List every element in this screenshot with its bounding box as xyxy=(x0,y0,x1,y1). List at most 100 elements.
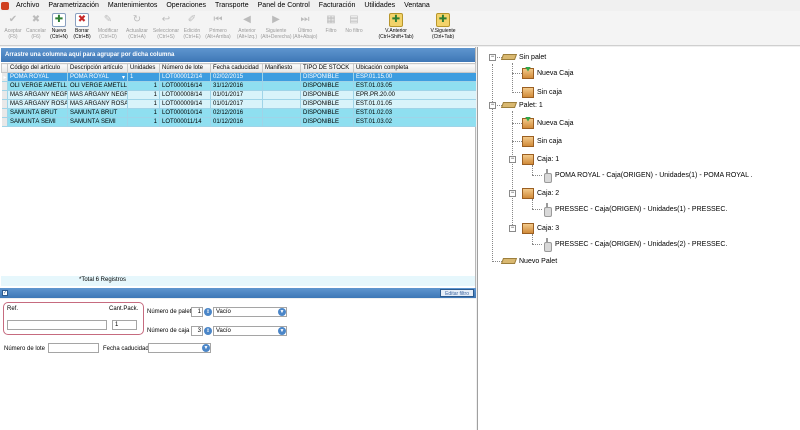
numero-caja-stepper[interactable]: 3 ⇕ xyxy=(191,326,212,336)
cell-caducidad[interactable]: 02/12/2016 xyxy=(210,108,263,118)
chevron-down-icon[interactable]: ▼ xyxy=(278,308,286,316)
v-anterior-button[interactable]: ✚ V.Anterior (Ctrl+Shift+Tab) xyxy=(374,11,418,45)
cell-codigo[interactable]: MAS ARGANY ROSAT xyxy=(7,99,68,109)
tree-node-caja-1[interactable]: Caja: 1 xyxy=(522,153,559,165)
numero-palet-stepper[interactable]: 1 ⇕ xyxy=(191,307,212,317)
table-row[interactable]: ▸ POMA ROYAL POMA ROYAL ▾ 1 LOT000012/14… xyxy=(1,72,476,82)
col-descripcion[interactable]: Descripción artículo xyxy=(67,63,128,73)
table-row[interactable]: OLI VERGE AMETLLER OLI VERGE AMETLLER 1 … xyxy=(1,81,476,91)
collapse-toggle[interactable]: − xyxy=(489,54,496,61)
tree-node-caja1-item[interactable]: POMA ROYAL - Caja(ORIGEN) - Unidades(1) … xyxy=(542,169,753,183)
filtro-button[interactable]: ▦ Filtro xyxy=(320,11,342,45)
cell-ubicacion[interactable]: EPR.PR.20.00 xyxy=(353,90,476,100)
cell-ubicacion[interactable]: EST.01.03.02 xyxy=(353,117,476,127)
tree-node-sin-caja[interactable]: Sin caja xyxy=(522,135,562,147)
cell-descripcion[interactable]: POMA ROYAL ▾ xyxy=(67,72,128,82)
borrar-button[interactable]: ✖ Borrar (Ctrl+B) xyxy=(71,11,93,45)
cell-tipo[interactable]: DISPONIBLE xyxy=(300,117,354,127)
menu-utilidades[interactable]: Utilidades xyxy=(360,2,400,9)
cell-descripcion[interactable]: SAMUNTÀ BRUT xyxy=(67,108,128,118)
cant-pack-input[interactable]: 1 xyxy=(112,320,137,330)
cell-caducidad[interactable]: 02/02/2015 xyxy=(210,72,263,82)
menu-parametrizacion[interactable]: Parametrización xyxy=(44,2,104,9)
aceptar-button[interactable]: ✔ Aceptar (F5) xyxy=(2,11,24,45)
cell-lote[interactable]: LOT000009/14 xyxy=(159,99,211,109)
cell-tipo[interactable]: DISPONIBLE xyxy=(300,99,354,109)
col-caducidad[interactable]: Fecha caducidad xyxy=(210,63,263,73)
seleccionar-button[interactable]: ↩ Seleccionar (Ctrl+S) xyxy=(152,11,180,45)
cell-codigo[interactable]: SAMUNTÀ BRUT xyxy=(7,108,68,118)
collapse-toggle[interactable]: − xyxy=(489,102,496,109)
table-row[interactable]: MAS ARGANY NEGRE MAS ARGANY NEGRE 1 LOT0… xyxy=(1,90,476,100)
cell-codigo[interactable]: OLI VERGE AMETLLER xyxy=(7,81,68,91)
menu-transporte[interactable]: Transporte xyxy=(211,2,254,9)
tree-node-caja2-item[interactable]: PRESSEC - Caja(ORIGEN) - Unidades(1) - P… xyxy=(542,203,727,217)
numero-palet-value[interactable]: 1 xyxy=(191,307,203,317)
primero-button[interactable]: ⏮ Primero (Alt+Arriba) xyxy=(204,11,232,45)
cell-descripcion[interactable]: OLI VERGE AMETLLER xyxy=(67,81,128,91)
cell-codigo[interactable]: MAS ARGANY NEGRE xyxy=(7,90,68,100)
cell-manifiesto[interactable] xyxy=(262,99,301,109)
tree-node-sin-palet[interactable]: Sin palet xyxy=(500,51,546,63)
numero-caja-value[interactable]: 3 xyxy=(191,326,203,336)
collapse-toggle[interactable]: − xyxy=(509,225,516,232)
cell-tipo[interactable]: DISPONIBLE xyxy=(300,72,354,82)
cell-caducidad[interactable]: 01/12/2016 xyxy=(210,117,263,127)
menu-panel-de-control[interactable]: Panel de Control xyxy=(254,2,315,9)
fecha-caducidad-picker[interactable]: ▼ xyxy=(148,343,211,353)
modificar-button[interactable]: ✎ Modificar (Ctrl+D) xyxy=(94,11,122,45)
tree-node-caja-3[interactable]: Caja: 3 xyxy=(522,222,559,234)
cell-descripcion[interactable]: SAMUNTÀ SEMI xyxy=(67,117,128,127)
cell-lote[interactable]: LOT000016/14 xyxy=(159,81,211,91)
actualizar-button[interactable]: ↻ Actualizar (Ctrl+A) xyxy=(123,11,151,45)
cell-unidades[interactable]: 1 xyxy=(127,90,160,100)
tree-node-caja-2[interactable]: Caja: 2 xyxy=(522,187,559,199)
collapse-toggle[interactable]: − xyxy=(509,156,516,163)
table-row[interactable]: SAMUNTÀ SEMI SAMUNTÀ SEMI 1 LOT000011/14… xyxy=(1,117,476,127)
cell-unidades[interactable]: 1 xyxy=(127,72,160,82)
tree-node-sin-caja[interactable]: Sin caja xyxy=(522,86,562,98)
cell-tipo[interactable]: DISPONIBLE xyxy=(300,90,354,100)
cell-lote[interactable]: LOT000010/14 xyxy=(159,108,211,118)
no-filtro-button[interactable]: ▤ No filtro xyxy=(343,11,365,45)
cell-caducidad[interactable]: 31/12/2016 xyxy=(210,81,263,91)
chevron-down-icon[interactable]: ▼ xyxy=(278,327,286,335)
cell-descripcion[interactable]: MAS ARGANY ROSAT xyxy=(67,99,128,109)
siguiente-button[interactable]: ▶ Siguiente (Alt+Derecha) xyxy=(261,11,292,45)
cell-unidades[interactable]: 1 xyxy=(127,81,160,91)
menu-ventana[interactable]: Ventana xyxy=(400,2,435,9)
menu-operaciones[interactable]: Operaciones xyxy=(162,2,211,9)
col-lote[interactable]: Número de lote xyxy=(159,63,211,73)
cell-codigo[interactable]: POMA ROYAL xyxy=(7,72,68,82)
cell-ubicacion[interactable]: EST.01.03.05 xyxy=(353,81,476,91)
edicion-button[interactable]: ✐ Edición (Ctrl+E) xyxy=(181,11,203,45)
col-manifiesto[interactable]: Manifiesto xyxy=(262,63,301,73)
cell-lote[interactable]: LOT000011/14 xyxy=(159,117,211,127)
anterior-button[interactable]: ◀ Anterior (Alt+Izq.) xyxy=(233,11,261,45)
cell-lote[interactable]: LOT000008/14 xyxy=(159,90,211,100)
tree-node-palet-1[interactable]: Palet: 1 xyxy=(500,99,543,111)
tree-node-caja3-item[interactable]: PRESSEC - Caja(ORIGEN) - Unidades(2) - P… xyxy=(542,238,727,252)
cell-descripcion[interactable]: MAS ARGANY NEGRE xyxy=(67,90,128,100)
cell-manifiesto[interactable] xyxy=(262,81,301,91)
palet-combo[interactable]: Vacío ▼ xyxy=(213,307,287,317)
cell-unidades[interactable]: 1 xyxy=(127,99,160,109)
cell-caducidad[interactable]: 01/01/2017 xyxy=(210,99,263,109)
ultimo-button[interactable]: ⏭ Último (Alt+Abajo) xyxy=(291,11,319,45)
cell-unidades[interactable]: 1 xyxy=(127,108,160,118)
tree-node-nuevo-palet[interactable]: Nuevo Palet xyxy=(500,255,557,267)
cell-caducidad[interactable]: 01/01/2017 xyxy=(210,90,263,100)
col-unidades[interactable]: Unidades xyxy=(127,63,160,73)
ref-input[interactable] xyxy=(7,320,107,330)
cell-ubicacion[interactable]: EST.01.02.03 xyxy=(353,108,476,118)
cell-unidades[interactable]: 1 xyxy=(127,117,160,127)
cell-tipo[interactable]: DISPONIBLE xyxy=(300,108,354,118)
filter-checkbox[interactable]: ✓ xyxy=(2,290,8,296)
cell-manifiesto[interactable] xyxy=(262,72,301,82)
cell-lote[interactable]: LOT000012/14 xyxy=(159,72,211,82)
numero-lote-input[interactable] xyxy=(48,343,99,353)
cell-tipo[interactable]: DISPONIBLE xyxy=(300,81,354,91)
cell-manifiesto[interactable] xyxy=(262,108,301,118)
caja-combo[interactable]: Vacío ▼ xyxy=(213,326,287,336)
col-ubicacion[interactable]: Ubicación completa xyxy=(353,63,476,73)
